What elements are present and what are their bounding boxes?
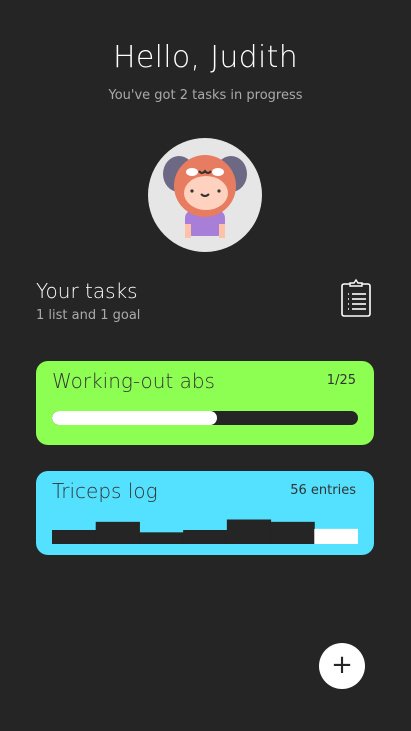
- greeting-title: Hello, Judith: [112, 40, 299, 75]
- task-card-triceps-log[interactable]: Triceps log 56 entries: [36, 471, 374, 555]
- entries-histogram: [52, 519, 358, 544]
- histogram-bar: [270, 521, 315, 544]
- card-title: Working-out abs: [52, 369, 215, 393]
- add-task-button[interactable]: +: [319, 643, 365, 689]
- histogram-bar: [183, 530, 228, 544]
- histogram-bar: [95, 521, 140, 544]
- avatar-illustration-icon: [163, 155, 247, 238]
- histogram-bar: [314, 528, 358, 544]
- progress-bar-fill: [52, 411, 218, 425]
- greeting-subtitle: You've got 2 tasks in progress: [108, 88, 303, 103]
- card-progress-count: 1/25: [326, 373, 356, 388]
- tasks-summary: 1 list and 1 goal: [36, 308, 141, 323]
- card-entries-count: 56 entries: [290, 483, 356, 498]
- histogram-bar: [52, 530, 97, 544]
- clipboard-list-icon[interactable]: [340, 278, 372, 322]
- task-card-working-out-abs[interactable]: Working-out abs 1/25: [36, 361, 374, 445]
- histogram-bar: [226, 519, 272, 544]
- histogram-bar: [139, 532, 184, 544]
- progress-bar: [52, 411, 358, 425]
- avatar[interactable]: [148, 138, 262, 252]
- card-title: Triceps log: [52, 479, 158, 503]
- tasks-heading: Your tasks: [36, 279, 138, 303]
